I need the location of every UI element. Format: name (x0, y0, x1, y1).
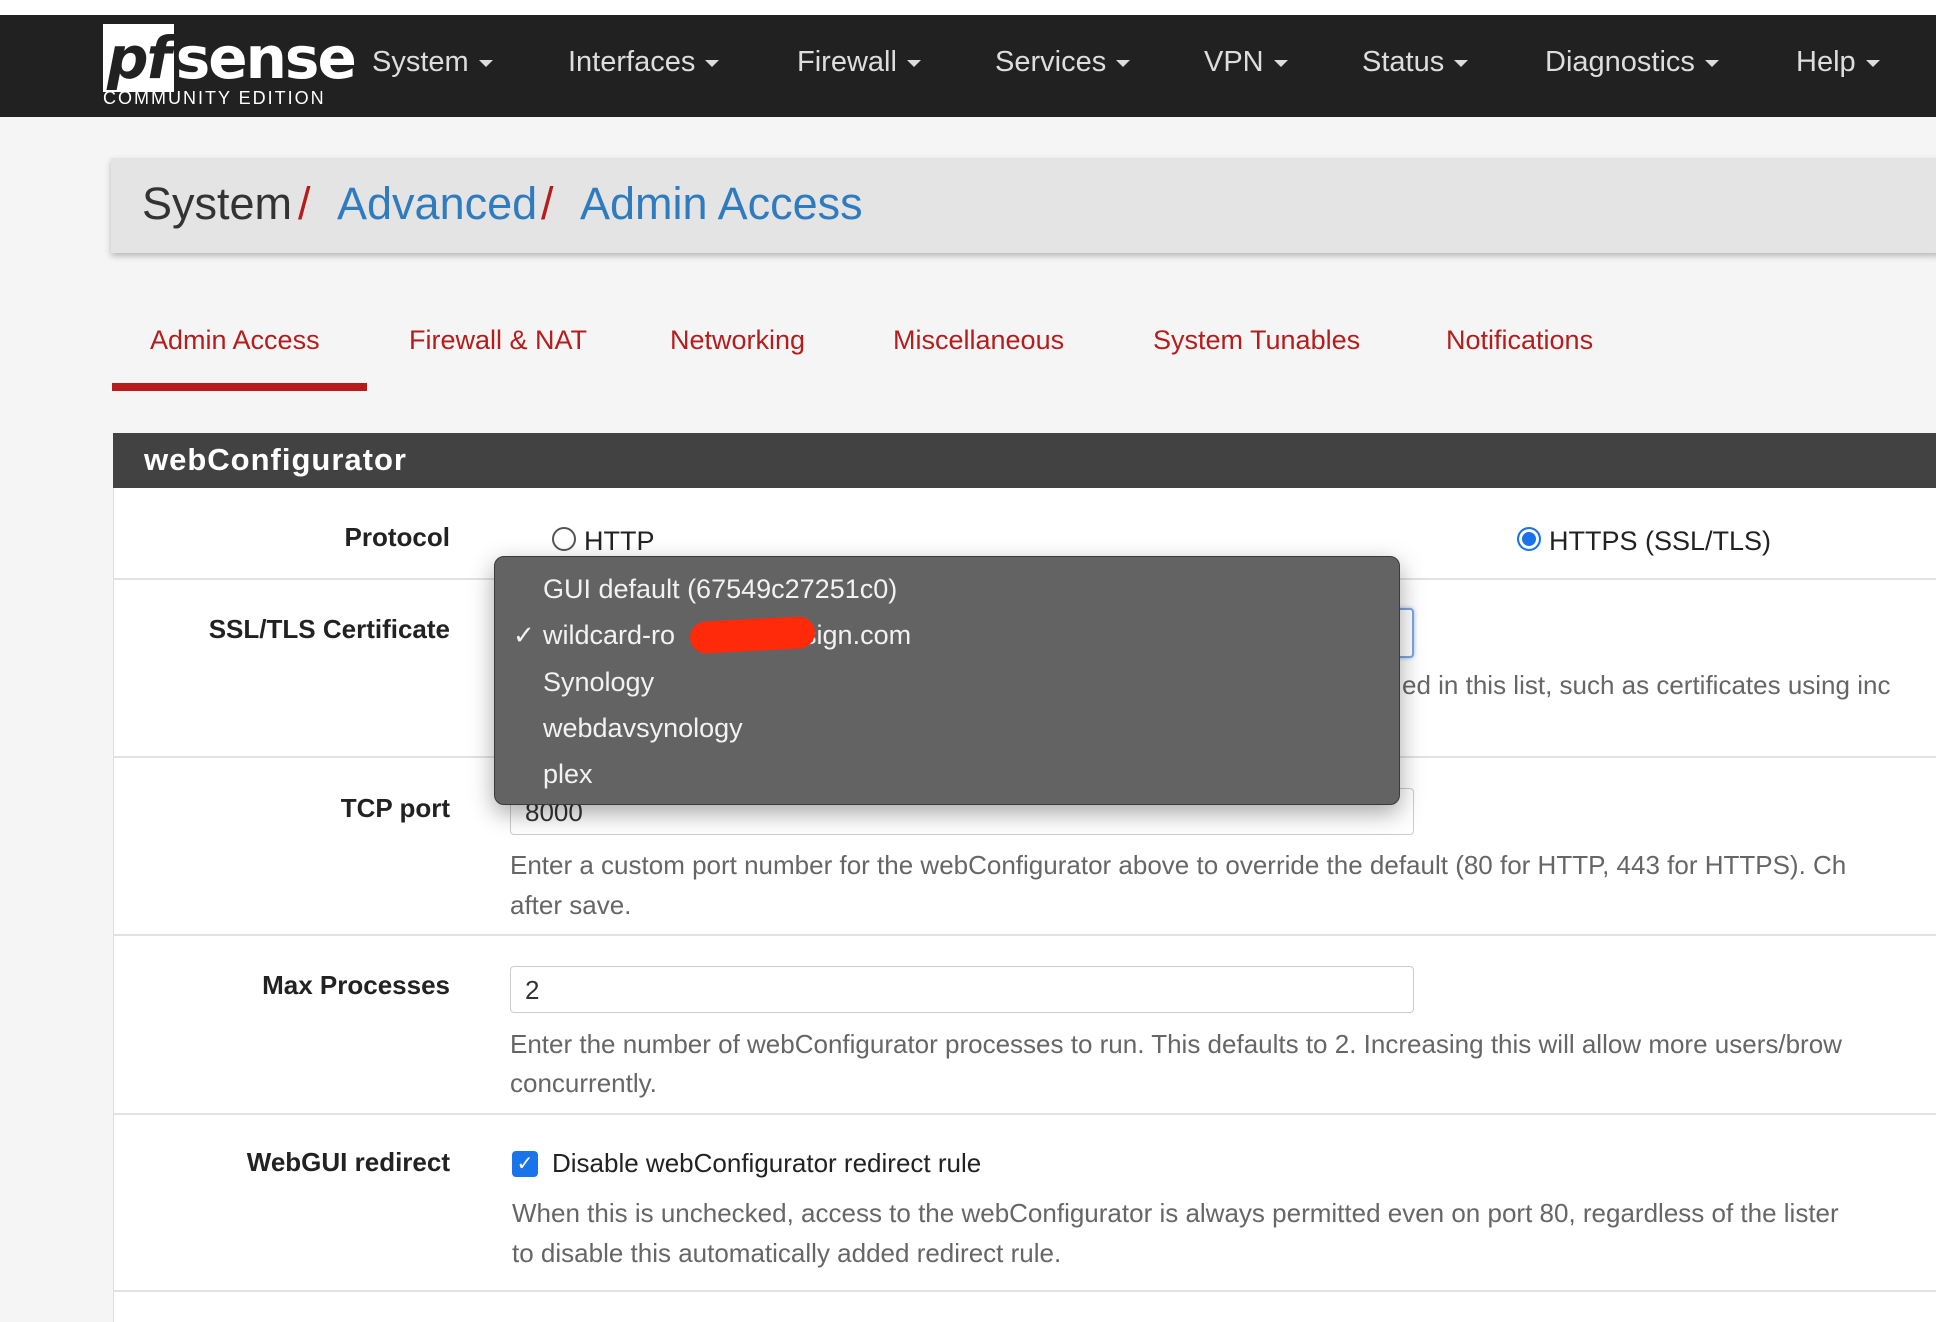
maxproc-help-line1: Enter the number of webConfigurator proc… (510, 1029, 1842, 1059)
nav-status[interactable]: Status (1362, 46, 1469, 79)
nav-label: VPN (1204, 46, 1264, 78)
option-prefix: wildcard-ro (543, 620, 676, 650)
redirect-checkbox[interactable]: ✓ (512, 1151, 538, 1177)
ssl-help-text: ed in this list, such as certificates us… (1402, 670, 1891, 700)
row-divider (113, 1113, 1936, 1115)
option-suffix: sign.com (803, 620, 912, 650)
tab-networking[interactable]: Networking (670, 325, 805, 356)
nav-interfaces[interactable]: Interfaces (568, 46, 720, 79)
panel-title: webConfigurator (144, 442, 407, 477)
nav-vpn[interactable]: VPN (1204, 46, 1288, 79)
radio-https[interactable] (1517, 527, 1541, 551)
dropdown-option[interactable]: plex (543, 759, 593, 790)
pfsense-logo[interactable]: pf sense (103, 24, 357, 92)
tab-miscellaneous[interactable]: Miscellaneous (893, 325, 1064, 356)
active-tab-indicator (112, 383, 367, 391)
max-processes-value: 2 (525, 975, 540, 1005)
window-top-strip (0, 0, 1936, 15)
redirect-help-line2: to disable this automatically added redi… (512, 1238, 1062, 1268)
webgui-redirect-label: WebGUI redirect (246, 1147, 450, 1177)
checkmark-icon: ✓ (513, 620, 535, 650)
logo-sense: sense (175, 24, 357, 92)
redirect-help-line1: When this is unchecked, access to the we… (512, 1198, 1839, 1228)
max-processes-label: Max Processes (262, 970, 450, 1000)
logo-pf: pf (103, 24, 174, 92)
max-processes-input[interactable]: 2 (510, 966, 1414, 1013)
checkmark-icon: ✓ (516, 1153, 534, 1175)
nav-label: Help (1796, 46, 1856, 78)
breadcrumb-separator: / (541, 178, 554, 229)
caret-down-icon (906, 59, 921, 67)
caret-down-icon (1116, 59, 1131, 67)
dropdown-option[interactable]: webdavsynology (543, 713, 743, 744)
dropdown-option[interactable]: Synology (543, 667, 654, 698)
tab-firewall-nat[interactable]: Firewall & NAT (409, 325, 587, 356)
nav-label: Services (995, 46, 1107, 78)
nav-label: Diagnostics (1545, 46, 1695, 78)
nav-label: Interfaces (568, 46, 696, 78)
tcp-port-label: TCP port (340, 793, 450, 823)
tcp-help-line1: Enter a custom port number for the webCo… (510, 850, 1847, 880)
radio-http[interactable] (552, 527, 576, 551)
breadcrumb-admin-access[interactable]: Admin Access (580, 178, 863, 230)
redirect-checkbox-label: Disable webConfigurator redirect rule (552, 1148, 982, 1178)
panel-header: webConfigurator (113, 433, 1936, 488)
dropdown-option[interactable]: GUI default (67549c27251c0) (543, 574, 897, 605)
caret-down-icon (1704, 59, 1719, 67)
caret-down-icon (478, 59, 493, 67)
redaction-mark (689, 615, 816, 655)
nav-firewall[interactable]: Firewall (797, 46, 921, 79)
nav-system[interactable]: System (372, 46, 493, 79)
nav-label: Firewall (797, 46, 897, 78)
row-divider (113, 1290, 1936, 1292)
maxproc-help-line2: concurrently. (510, 1068, 657, 1098)
nav-help[interactable]: Help (1796, 46, 1880, 79)
radio-https-label: HTTPS (SSL/TLS) (1549, 526, 1772, 556)
breadcrumb-advanced[interactable]: Advanced (337, 178, 537, 230)
nav-services[interactable]: Services (995, 46, 1131, 79)
breadcrumb-system: System (142, 178, 293, 229)
caret-down-icon (1454, 59, 1469, 67)
breadcrumb-separator: / (298, 178, 311, 229)
tcp-help-line2: after save. (510, 890, 632, 920)
certificate-dropdown-menu: GUI default (67549c27251c0) ✓ wildcard-r… (494, 556, 1400, 805)
ssl-certificate-label: SSL/TLS Certificate (208, 614, 450, 644)
radio-http-label: HTTP (584, 526, 655, 556)
nav-label: Status (1362, 46, 1445, 78)
tab-admin-access[interactable]: Admin Access (150, 325, 320, 356)
tab-notifications[interactable]: Notifications (1446, 325, 1593, 356)
caret-down-icon (705, 59, 720, 67)
nav-label: System (372, 46, 469, 78)
row-divider (113, 934, 1936, 936)
tab-system-tunables[interactable]: System Tunables (1153, 325, 1360, 356)
logo-edition: COMMUNITY EDITION (103, 88, 326, 108)
protocol-label: Protocol (344, 522, 450, 552)
caret-down-icon (1273, 59, 1288, 67)
caret-down-icon (1865, 59, 1880, 67)
nav-diagnostics[interactable]: Diagnostics (1545, 46, 1719, 79)
